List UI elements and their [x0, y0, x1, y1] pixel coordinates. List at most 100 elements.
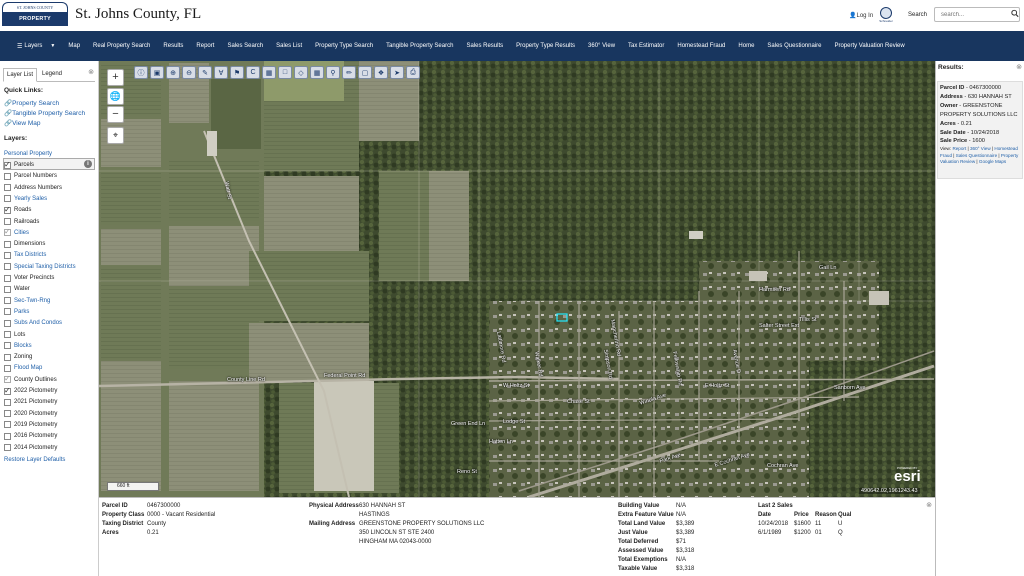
report-link[interactable]: Report — [952, 146, 966, 151]
layer-checkbox[interactable] — [4, 342, 11, 350]
layer-checkbox[interactable] — [4, 364, 11, 372]
layer-checkbox[interactable] — [4, 240, 11, 248]
close-icon[interactable]: ⊗ — [88, 68, 94, 76]
quick-link-tangible-property-search[interactable]: 🔗Tangible Property Search — [4, 109, 85, 117]
nav-results[interactable]: Results — [163, 43, 183, 49]
layer-checkbox[interactable] — [4, 297, 11, 305]
share-icon[interactable]: ➤ — [390, 66, 404, 79]
layer-yearly-sales[interactable]: Yearly Sales — [4, 194, 47, 204]
layers-tool-icon[interactable]: ▦ — [262, 66, 276, 79]
layer-tax-districts[interactable]: Tax Districts — [4, 250, 46, 260]
layer-checkbox[interactable] — [4, 444, 11, 451]
layer-checkbox[interactable] — [4, 331, 11, 338]
layer-2014-pictometry[interactable]: 2014 Pictometry — [4, 443, 57, 453]
layer-2020-pictometry[interactable]: 2020 Pictometry — [4, 409, 57, 419]
pencil-icon[interactable]: ✏ — [342, 66, 356, 79]
tab-legend[interactable]: Legend — [39, 68, 65, 82]
extent-icon[interactable]: ▢ — [358, 66, 372, 79]
nav-map[interactable]: Map — [68, 43, 80, 49]
layer-parks[interactable]: Parks — [4, 307, 29, 317]
sales-questionnaire-link[interactable]: Sales Questionnaire — [956, 153, 997, 158]
map-view[interactable]: Federal Point Rd County Line Rd W Holtz St… — [99, 61, 935, 497]
nav-sales-results[interactable]: Sales Results — [466, 43, 503, 49]
locate-icon[interactable]: ⌖ — [107, 127, 124, 144]
layer-voter-precincts[interactable]: Voter Precincts — [4, 273, 54, 283]
layer-checkbox[interactable] — [4, 421, 11, 429]
layer-parcels[interactable]: Parcels — [4, 160, 34, 170]
layer-subs-and-condos[interactable]: Subs And Condos — [4, 318, 62, 328]
nav-report[interactable]: Report — [196, 43, 214, 49]
layer-zoning[interactable]: Zoning — [4, 352, 32, 362]
full-extent-icon[interactable]: ❖ — [374, 66, 388, 79]
result-card[interactable]: Parcel ID - 0467300000 Address - 630 HAN… — [937, 81, 1023, 179]
layer-water[interactable]: Water — [4, 284, 30, 294]
identify-icon[interactable]: ⓘ — [134, 66, 148, 79]
zoom-in-tool-icon[interactable]: ⊕ — [166, 66, 180, 79]
layer-flood-map[interactable]: Flood Map — [4, 363, 42, 373]
layer-dimensions[interactable]: Dimensions — [4, 239, 45, 249]
layer-checkbox[interactable] — [4, 308, 11, 316]
measure-icon[interactable]: ∀ — [214, 66, 228, 79]
layer-checkbox[interactable] — [4, 319, 11, 327]
restore-layer-defaults-link[interactable]: Restore Layer Defaults — [4, 457, 65, 463]
layer-checkbox[interactable] — [4, 432, 11, 440]
layer-parcel-numbers[interactable]: Parcel Numbers — [4, 171, 57, 181]
nav-property-type-results[interactable]: Property Type Results — [516, 43, 575, 49]
close-icon[interactable]: ⊗ — [926, 501, 932, 509]
search-input[interactable] — [934, 7, 1020, 22]
print-icon[interactable]: ⎙ — [406, 66, 420, 79]
tab-layer-list[interactable]: Layer List — [3, 68, 38, 82]
layer-checkbox[interactable] — [4, 195, 11, 203]
nav-tax-estimator[interactable]: Tax Estimator — [628, 43, 664, 49]
quick-link-property-search[interactable]: 🔗Property Search — [4, 99, 59, 107]
layer-2019-pictometry[interactable]: 2019 Pictometry — [4, 420, 57, 430]
layer-checkbox[interactable] — [4, 184, 11, 192]
quick-link-view-map[interactable]: 🔗View Map — [4, 119, 41, 127]
search-icon[interactable] — [1011, 9, 1019, 18]
layer-checkbox[interactable] — [4, 263, 11, 271]
nav-360-view[interactable]: 360° View — [588, 43, 615, 49]
nav-tangible-property-search[interactable]: Tangible Property Search — [386, 43, 453, 49]
layer-checkbox[interactable] — [4, 205, 11, 214]
layer-address-numbers[interactable]: Address Numbers — [4, 183, 62, 193]
nav-sales-questionnaire[interactable]: Sales Questionnaire — [767, 43, 821, 49]
layer-railroads[interactable]: Railroads — [4, 217, 39, 227]
google-maps-link[interactable]: Google Maps — [979, 159, 1006, 164]
nav-real-property-search[interactable]: Real Property Search — [93, 43, 150, 49]
buffer-icon[interactable]: ◇ — [294, 66, 308, 79]
nav-property-valuation-review[interactable]: Property Valuation Review — [834, 43, 904, 49]
layer-checkbox[interactable] — [4, 274, 11, 282]
layer-checkbox[interactable] — [4, 227, 11, 237]
info-icon[interactable]: i — [84, 160, 92, 168]
layer-checkbox[interactable] — [4, 160, 11, 169]
login-link[interactable]: 👤Log In — [849, 12, 873, 19]
globe-icon[interactable]: 🌐 — [107, 88, 124, 105]
nav-property-type-search[interactable]: Property Type Search — [315, 43, 373, 49]
layer-checkbox[interactable] — [4, 172, 11, 180]
layer-checkbox[interactable] — [4, 353, 11, 361]
layer-cities[interactable]: Cities — [4, 227, 29, 238]
draw-icon[interactable]: ✎ — [198, 66, 212, 79]
layer-special-taxing-districts[interactable]: Special Taxing Districts — [4, 262, 76, 272]
layer-roads[interactable]: Roads — [4, 205, 31, 215]
360-view-link[interactable]: 360° View — [970, 146, 991, 151]
nav-sales-search[interactable]: Sales Search — [227, 43, 263, 49]
zoom-out-tool-icon[interactable]: ⊖ — [182, 66, 196, 79]
nav-homestead-fraud[interactable]: Homestead Fraud — [677, 43, 725, 49]
reset-icon[interactable]: C — [246, 66, 260, 79]
label-icon[interactable]: ⚲ — [326, 66, 340, 79]
layer-checkbox[interactable] — [4, 410, 11, 418]
zoom-out-button[interactable]: − — [107, 106, 124, 123]
layer-checkbox[interactable] — [4, 374, 11, 384]
nav-sales-list[interactable]: Sales List — [276, 43, 302, 49]
layer-checkbox[interactable] — [4, 386, 11, 395]
grid-icon[interactable]: ▦ — [310, 66, 324, 79]
select-icon[interactable]: □ — [278, 66, 292, 79]
property-appraiser-logo[interactable]: ST. JOHNS COUNTY PROPERTY APPRAISER — [2, 2, 68, 36]
schneider-logo[interactable]: Schneider — [876, 7, 896, 23]
layer-2016-pictometry[interactable]: 2016 Pictometry — [4, 431, 57, 441]
layer-2022-pictometry[interactable]: 2022 Pictometry — [4, 386, 57, 396]
bookmark-icon[interactable]: ⚑ — [230, 66, 244, 79]
layer-checkbox[interactable] — [4, 218, 11, 225]
zoom-in-button[interactable]: + — [107, 69, 124, 86]
